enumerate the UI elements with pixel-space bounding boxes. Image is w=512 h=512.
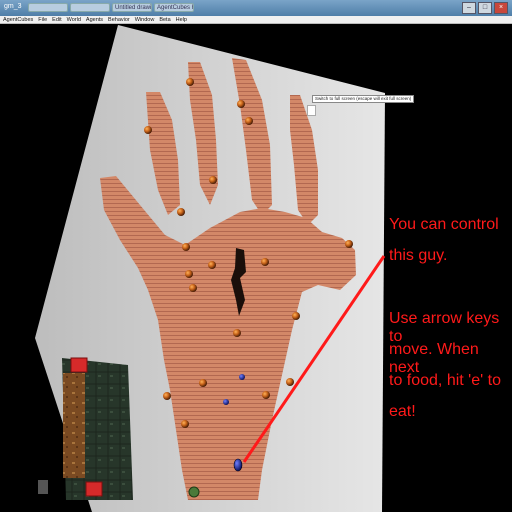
- annotation-line-5: to food, hit 'e' to: [389, 372, 501, 389]
- green-ball: [188, 486, 200, 498]
- blue-agent: [239, 374, 245, 380]
- food-ball: [262, 391, 270, 399]
- food-ball: [208, 261, 216, 269]
- food-ball: [182, 243, 190, 251]
- food-ball: [292, 312, 300, 320]
- fullscreen-tooltip: Switch to full screen (escape will exit …: [312, 95, 415, 103]
- player-agent: [233, 458, 243, 472]
- food-ball: [233, 329, 241, 337]
- annotation-line-1: You can control: [389, 216, 499, 233]
- food-ball: [245, 117, 253, 125]
- food-ball: [261, 258, 269, 266]
- annotation-line-2: this guy.: [389, 247, 448, 264]
- food-ball: [181, 420, 189, 428]
- food-ball: [163, 392, 171, 400]
- food-ball: [345, 240, 353, 248]
- blue-agent: [223, 399, 229, 405]
- food-ball: [185, 270, 193, 278]
- annotation-line-6: eat!: [389, 403, 416, 420]
- food-ball: [144, 126, 152, 134]
- food-ball: [189, 284, 197, 292]
- food-ball: [186, 78, 194, 86]
- food-ball: [286, 378, 294, 386]
- food-ball: [177, 208, 185, 216]
- fullscreen-icon[interactable]: [307, 105, 316, 116]
- food-ball: [209, 176, 217, 184]
- food-ball: [237, 100, 245, 108]
- food-ball: [199, 379, 207, 387]
